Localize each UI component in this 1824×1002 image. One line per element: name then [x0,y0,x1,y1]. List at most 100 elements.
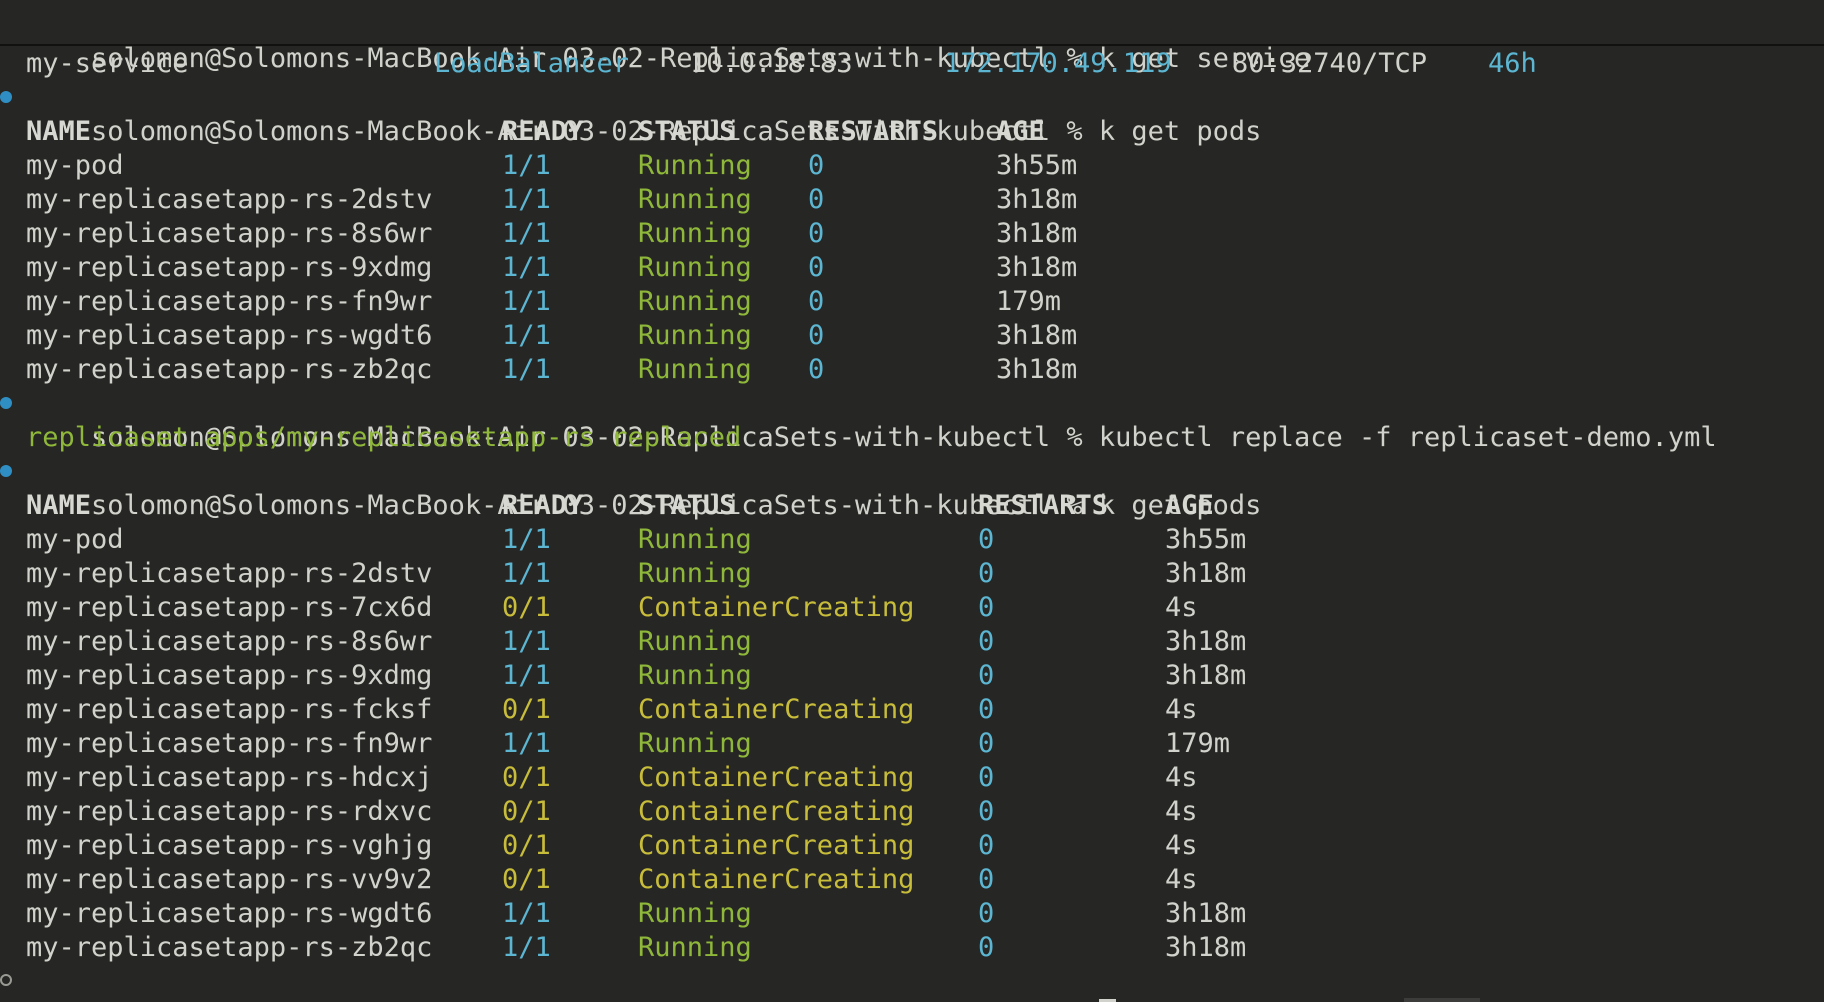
table-row: my-pod 1/1 Running 0 3h55m [26,523,1426,557]
pod-name: my-replicasetapp-rs-hdcxj [26,762,433,793]
pod-status: ContainerCreating [638,762,915,793]
pod-ready: 1/1 [502,184,551,215]
pod-restarts: 0 [978,932,995,963]
pod-age: 4s [1165,694,1198,725]
scrollbar-thumb[interactable] [1404,998,1480,1002]
table-row: my-replicasetapp-rs-rdxvc 0/1 ContainerCre… [26,795,1426,829]
pod-status: ContainerCreating [638,864,915,895]
service-cluster-ip: 10.0.18.83 [690,48,853,79]
pod-status: Running [638,218,752,249]
pod-age: 3h18m [1165,898,1247,929]
pod-age: 3h18m [996,218,1078,249]
pod-name: my-pod [26,150,124,181]
service-type: LoadBalancer [434,48,630,79]
pod-status: Running [638,558,752,589]
command-line-current[interactable]: solomon@Solomons-MacBook-Air 03-02-Repli… [26,964,1116,1002]
pod-name: my-replicasetapp-rs-zb2qc [26,354,433,385]
pod-ready: 1/1 [502,286,551,317]
pod-name: my-replicasetapp-rs-vv9v2 [26,864,433,895]
pod-age: 4s [1165,864,1198,895]
pod-status: Running [638,932,752,963]
pod-ready: 1/1 [502,218,551,249]
pod-age: 4s [1165,762,1198,793]
pod-age: 3h55m [996,150,1078,181]
header-status: STATUS [638,116,736,147]
pod-name: my-replicasetapp-rs-2dstv [26,184,433,215]
pod-name: my-pod [26,524,124,555]
pod-restarts: 0 [978,524,995,555]
table-row: my-replicasetapp-rs-8s6wr 1/1 Running 0 3h18… [26,625,1426,659]
command-line-get-service: solomon@Solomons-MacBook-Air 03-02-Repli… [26,8,1310,74]
pod-ready: 0/1 [502,694,551,725]
pod-restarts: 0 [978,592,995,623]
pod-restarts: 0 [808,252,825,283]
pod-restarts: 0 [808,150,825,181]
pod-ready: 1/1 [502,524,551,555]
table-header: NAME READY STATUS RESTARTS AGE [26,115,1426,149]
service-row: my-service LoadBalancer 10.0.18.83 172.1… [26,47,1586,81]
pod-restarts: 0 [978,762,995,793]
command-text: kubectl replace -f replicaset-demo.yml [1098,422,1717,453]
table-row: my-replicasetapp-rs-9xdmg 1/1 Running 0 3h18… [26,251,1426,285]
prompt-marker-icon [0,397,12,409]
header-restarts: RESTARTS [978,490,1109,521]
table-row: my-replicasetapp-rs-8s6wr 1/1 Running 0 3h18… [26,217,1426,251]
header-age: AGE [1165,490,1214,521]
table-row: my-replicasetapp-rs-zb2qc 1/1 Running 0 3h18… [26,931,1426,965]
table-row: my-pod 1/1 Running 0 3h55m [26,149,1426,183]
pod-name: my-replicasetapp-rs-9xdmg [26,252,433,283]
pod-name: my-replicasetapp-rs-2dstv [26,558,433,589]
replace-output: replicaset.apps/my-replicasetapp-rs repl… [26,422,742,453]
command-line-get-pods-1: solomon@Solomons-MacBook-Air 03-02-Repli… [26,81,1261,147]
prompt-marker-icon [0,465,12,477]
service-external-ip: 172.170.49.119 [944,48,1172,79]
table-row: my-replicasetapp-rs-vv9v2 0/1 ContainerCre… [26,863,1426,897]
table-row: my-replicasetapp-rs-2dstv 1/1 Running 0 3h18… [26,557,1426,591]
pod-restarts: 0 [978,864,995,895]
pod-ready: 0/1 [502,830,551,861]
pod-restarts: 0 [808,184,825,215]
header-ready: READY [502,116,584,147]
pod-name: my-replicasetapp-rs-8s6wr [26,218,433,249]
pod-status: ContainerCreating [638,830,915,861]
prompt-marker-icon [0,91,12,103]
pod-age: 3h18m [1165,932,1247,963]
pod-name: my-replicasetapp-rs-9xdmg [26,660,433,691]
pod-restarts: 0 [978,830,995,861]
pod-restarts: 0 [978,626,995,657]
table-row: my-replicasetapp-rs-wgdt6 1/1 Running 0 3h18… [26,897,1426,931]
pod-ready: 1/1 [502,252,551,283]
pod-name: my-replicasetapp-rs-fcksf [26,694,433,725]
table-row: my-replicasetapp-rs-hdcxj 0/1 ContainerCre… [26,761,1426,795]
pod-age: 3h18m [996,252,1078,283]
pod-ready: 1/1 [502,898,551,929]
pod-name: my-replicasetapp-rs-vghjg [26,830,433,861]
pod-age: 3h18m [996,184,1078,215]
pod-age: 3h18m [996,354,1078,385]
pod-name: my-replicasetapp-rs-8s6wr [26,626,433,657]
pod-status: Running [638,286,752,317]
pod-name: my-replicasetapp-rs-fn9wr [26,728,433,759]
pod-restarts: 0 [978,660,995,691]
pod-restarts: 0 [808,354,825,385]
table-row: my-replicasetapp-rs-9xdmg 1/1 Running 0 3h18… [26,659,1426,693]
command-line-replace: solomon@Solomons-MacBook-Air 03-02-Repli… [26,387,1717,453]
pod-name: my-replicasetapp-rs-wgdt6 [26,320,433,351]
pod-age: 3h18m [1165,626,1247,657]
pod-status: ContainerCreating [638,796,915,827]
command-line-get-pods-2: solomon@Solomons-MacBook-Air 03-02-Repli… [26,455,1261,521]
pod-status: Running [638,184,752,215]
header-age: AGE [996,116,1045,147]
service-ports: 80:32740/TCP [1232,48,1428,79]
pod-restarts: 0 [808,320,825,351]
pod-ready: 0/1 [502,592,551,623]
pod-age: 179m [1165,728,1231,759]
pod-status: Running [638,524,752,555]
pod-restarts: 0 [808,286,825,317]
pod-status: Running [638,320,752,351]
pod-status: Running [638,728,752,759]
pod-ready: 1/1 [502,932,551,963]
terminal-window[interactable]: solomon@Solomons-MacBook-Air 03-02-Repli… [0,0,1824,1002]
pod-ready: 0/1 [502,864,551,895]
table-row: my-replicasetapp-rs-7cx6d 0/1 ContainerCre… [26,591,1426,625]
